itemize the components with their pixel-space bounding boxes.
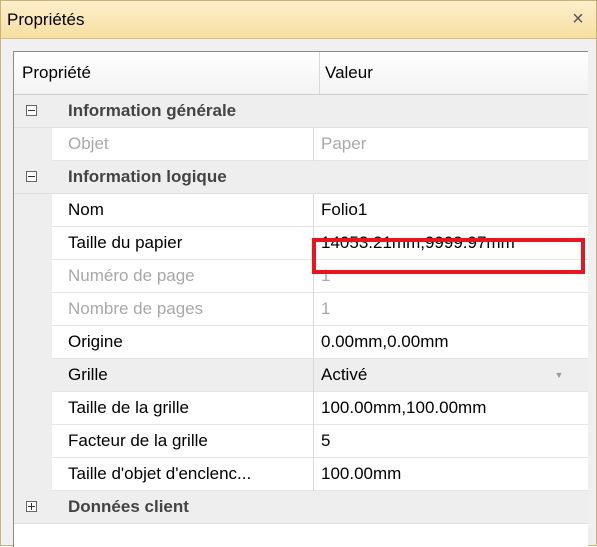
- property-value[interactable]: 14053.21mm,9999.97mm: [321, 227, 581, 259]
- property-value[interactable]: 5: [321, 425, 581, 457]
- property-name: Nombre de pages: [68, 299, 204, 318]
- column-header-value[interactable]: Valeur: [325, 52, 373, 94]
- category-information-logique[interactable]: Information logique: [14, 161, 588, 194]
- close-icon[interactable]: ×: [568, 7, 588, 31]
- category-label: Information générale: [68, 101, 237, 120]
- category-label: Information logique: [68, 167, 227, 186]
- property-name: Origine: [68, 332, 123, 351]
- property-row-numero-de-page[interactable]: Numéro de page 1: [14, 260, 588, 293]
- property-value-dropdown[interactable]: Activé: [321, 359, 581, 391]
- property-row-nom[interactable]: Nom Folio1: [14, 194, 588, 227]
- expand-icon[interactable]: [26, 501, 37, 512]
- category-information-generale[interactable]: Information générale: [14, 95, 588, 128]
- property-row-taille-de-la-grille[interactable]: Taille de la grille 100.00mm,100.00mm: [14, 392, 588, 425]
- property-value: 1: [321, 266, 331, 285]
- property-row-facteur-de-la-grille[interactable]: Facteur de la grille 5: [14, 425, 588, 458]
- property-value: 1: [321, 299, 331, 318]
- property-name: Nom: [68, 200, 104, 219]
- property-name: Numéro de page: [68, 266, 195, 285]
- collapse-icon[interactable]: [26, 171, 37, 182]
- property-grid: Propriété Valeur Information générale Ob…: [13, 51, 588, 547]
- property-row-origine[interactable]: Origine 0.00mm,0.00mm: [14, 326, 588, 359]
- category-label: Données client: [68, 497, 189, 516]
- grid-header: Propriété Valeur: [14, 52, 588, 95]
- property-name: Taille d'objet d'enclenc...: [68, 464, 252, 483]
- property-row-taille-objet-enclenchement[interactable]: Taille d'objet d'enclenc... 100.00mm: [14, 458, 588, 491]
- property-value[interactable]: Folio1: [321, 194, 581, 226]
- collapse-icon[interactable]: [26, 105, 37, 116]
- column-header-property[interactable]: Propriété: [22, 52, 91, 94]
- property-name: Facteur de la grille: [68, 431, 208, 450]
- property-name: Grille: [68, 365, 108, 384]
- property-name: Taille de la grille: [68, 398, 189, 417]
- category-donnees-client[interactable]: Données client: [14, 491, 588, 524]
- property-name: Taille du papier: [68, 233, 183, 252]
- property-value: Paper: [321, 134, 367, 153]
- property-row-grille[interactable]: Grille Activé ▼: [14, 359, 588, 392]
- property-row-objet[interactable]: Objet Paper: [14, 128, 588, 161]
- property-row-taille-du-papier[interactable]: Taille du papier 14053.21mm,9999.97mm: [14, 227, 588, 260]
- properties-panel: Propriétés × Propriété Valeur Informatio…: [0, 0, 597, 547]
- property-value[interactable]: 0.00mm,0.00mm: [321, 326, 581, 358]
- panel-titlebar: Propriétés ×: [1, 1, 596, 39]
- property-value[interactable]: 100.00mm: [321, 458, 581, 490]
- property-name: Objet: [68, 134, 109, 153]
- panel-title: Propriétés: [7, 10, 85, 29]
- property-row-nombre-de-pages[interactable]: Nombre de pages 1: [14, 293, 588, 326]
- property-value[interactable]: 100.00mm,100.00mm: [321, 392, 581, 424]
- dropdown-arrow-icon[interactable]: ▼: [550, 366, 568, 384]
- column-divider[interactable]: [319, 52, 320, 94]
